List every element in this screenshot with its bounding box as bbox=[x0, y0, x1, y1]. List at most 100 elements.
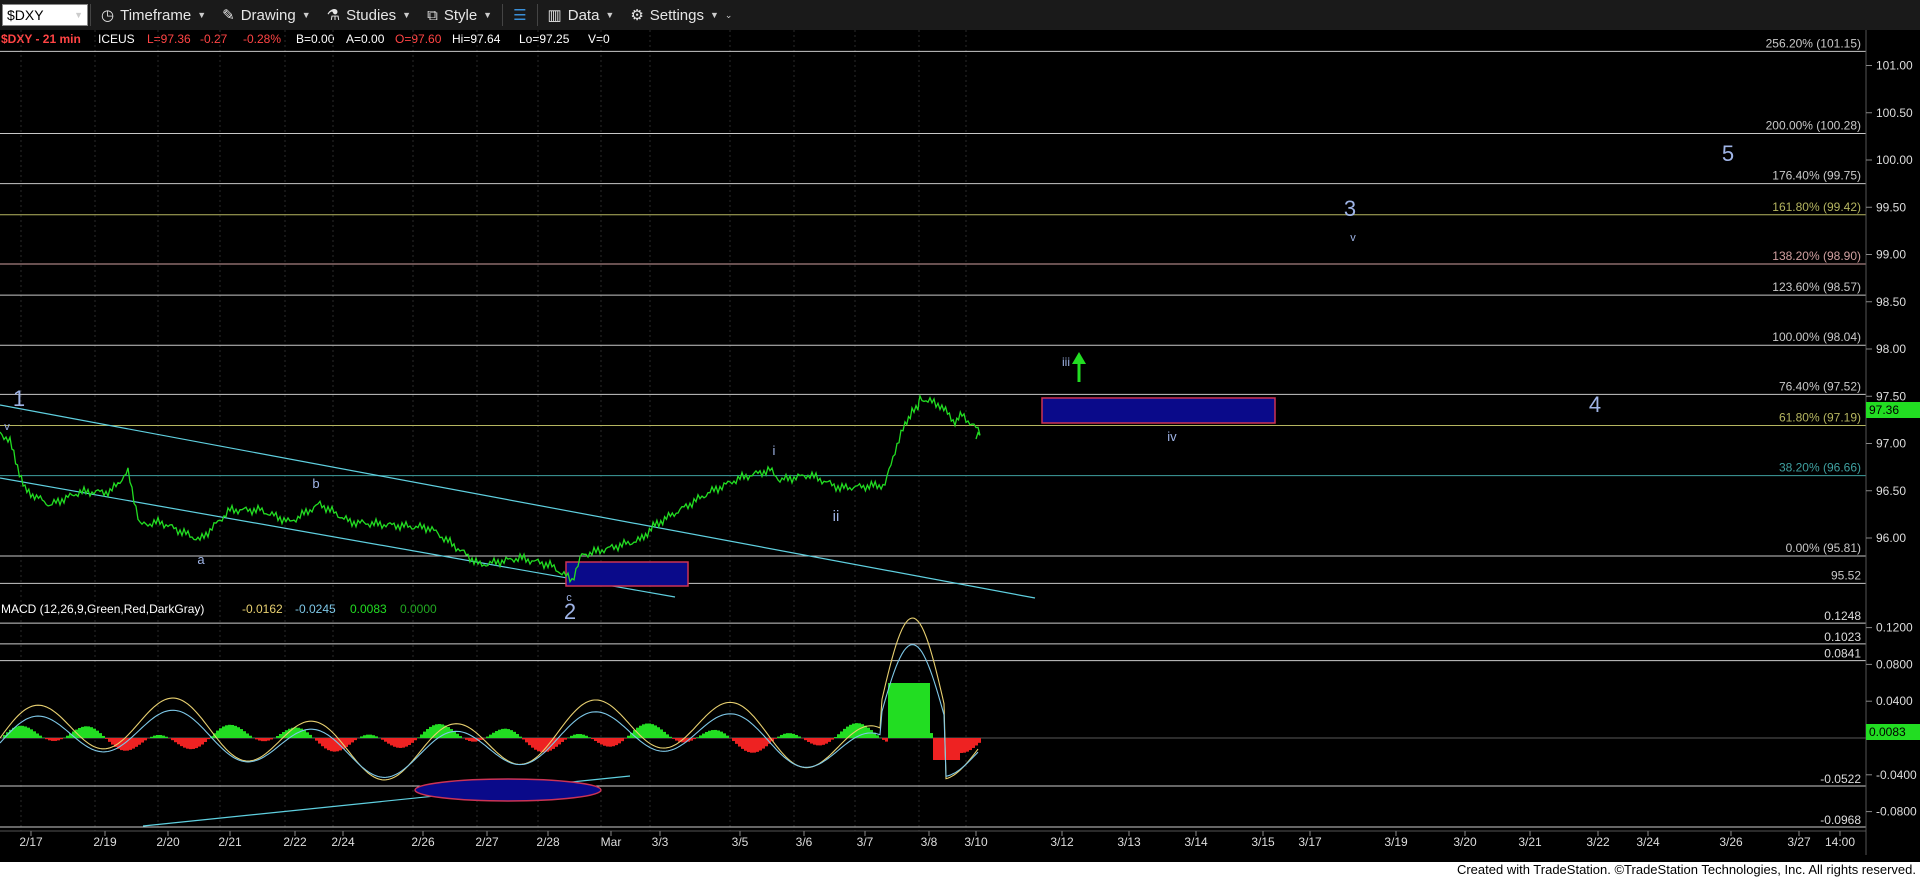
macd-hist-bar bbox=[267, 738, 270, 741]
macd-hist-bar bbox=[90, 727, 93, 738]
toolbar-divider bbox=[90, 4, 91, 26]
layout-button[interactable]: ☰ bbox=[505, 0, 534, 30]
settings-button[interactable]: ⚙ Settings ▼ ⌄ bbox=[622, 0, 740, 30]
macd-hist-bar bbox=[831, 738, 834, 740]
timeframe-button[interactable]: ◷ Timeframe ▼ bbox=[93, 0, 214, 30]
macd-hist-bar bbox=[96, 730, 99, 738]
macd-hist-bar bbox=[261, 738, 264, 742]
price-tick-label: 101.00 bbox=[1876, 59, 1913, 73]
footer-text: Created with TradeStation. ©TradeStation… bbox=[1456, 862, 1916, 877]
macd-hist-bar bbox=[429, 726, 432, 738]
macd-hist-bar bbox=[888, 683, 891, 738]
macd-hist-bar bbox=[699, 735, 702, 738]
macd-hist-bar bbox=[102, 735, 105, 738]
date-tick-label: 2/26 bbox=[411, 835, 435, 849]
macd-hist-bar bbox=[537, 738, 540, 752]
macd-hist-bar bbox=[255, 738, 258, 740]
price-tick-label: 96.00 bbox=[1876, 531, 1906, 545]
macd-hist-bar bbox=[426, 729, 429, 738]
price-tick-label: 98.00 bbox=[1876, 342, 1906, 356]
macd-hist-bar bbox=[420, 734, 423, 738]
date-tick-label: 3/5 bbox=[732, 835, 749, 849]
date-tick-label: 2/22 bbox=[283, 835, 307, 849]
macd-hist-bar bbox=[723, 733, 726, 738]
wave-label: iii bbox=[1062, 355, 1070, 369]
high-value: Hi=97.64 bbox=[452, 32, 501, 46]
copyright-footer: Created with TradeStation. ©TradeStation… bbox=[0, 862, 1920, 878]
studies-button[interactable]: ⚗ Studies ▼ bbox=[319, 0, 419, 30]
macd-hist-bar bbox=[165, 736, 168, 738]
fib-level-label: 38.20% (96.66) bbox=[1779, 461, 1861, 475]
macd-hist-bar bbox=[132, 738, 135, 749]
macd-hist-bar bbox=[825, 738, 828, 744]
macd-hist-bar bbox=[402, 738, 405, 748]
style-button[interactable]: ⧉ Style ▼ bbox=[419, 0, 500, 30]
macd-hist-bar bbox=[465, 738, 468, 740]
macd-hist-bar bbox=[663, 731, 666, 738]
chevron-down-icon[interactable]: ▼ bbox=[74, 10, 83, 20]
macd-hist-bar bbox=[564, 738, 567, 740]
wave-label: 3 bbox=[1344, 196, 1356, 221]
macd-hist-bar bbox=[369, 734, 372, 738]
macd-hist-bar bbox=[585, 735, 588, 738]
macd-level-label: 0.1023 bbox=[1824, 630, 1861, 644]
macd-hist-bar bbox=[204, 738, 207, 742]
macd-hist-bar bbox=[612, 738, 615, 747]
current-macd-text: 0.0083 bbox=[1869, 725, 1906, 739]
fib-level-label: 256.20% (101.15) bbox=[1766, 36, 1861, 50]
macd-hist-bar bbox=[870, 730, 873, 738]
macd-hist-bar bbox=[753, 738, 756, 753]
macd-hist-bar bbox=[396, 738, 399, 748]
chevron-down-icon: ▼ bbox=[605, 10, 615, 20]
macd-hist-bar bbox=[918, 683, 921, 738]
data-button[interactable]: ▥ Data ▼ bbox=[540, 0, 623, 30]
macd-hist-bar bbox=[138, 738, 141, 745]
macd-hist-bar bbox=[864, 725, 867, 738]
macd-level-label: 0.1248 bbox=[1824, 609, 1861, 623]
date-tick-label: 3/12 bbox=[1050, 835, 1074, 849]
macd-value: -0.0162 bbox=[242, 602, 283, 616]
macd-hist-bar bbox=[354, 738, 357, 741]
macd-hist-bar bbox=[60, 738, 63, 740]
macd-hist-bar bbox=[405, 738, 408, 747]
fib-level-label: 138.20% (98.90) bbox=[1772, 249, 1861, 263]
gear-icon: ⚙ bbox=[630, 7, 644, 24]
macd-hist-bar bbox=[777, 736, 780, 738]
macd-hist-bar bbox=[906, 683, 909, 738]
toolbar-divider bbox=[502, 4, 504, 26]
macd-hist-bar bbox=[882, 738, 885, 740]
date-tick-label: 2/27 bbox=[475, 835, 499, 849]
fib-level-label: 95.52 bbox=[1831, 568, 1861, 582]
macd-hist-bar bbox=[726, 735, 729, 738]
timeframe-label: Timeframe bbox=[120, 6, 192, 24]
data-label: Data bbox=[567, 6, 600, 24]
macd-hist-bar bbox=[366, 734, 369, 738]
drawing-button[interactable]: ✎ Drawing ▼ bbox=[214, 0, 319, 30]
layout-icon: ☰ bbox=[513, 7, 527, 24]
symbol-selector[interactable]: $DXY ▼ bbox=[2, 4, 88, 26]
price-tick-label: 100.50 bbox=[1876, 106, 1913, 120]
price-tick-label: 96.50 bbox=[1876, 484, 1906, 498]
date-tick-label: 2/19 bbox=[93, 835, 117, 849]
macd-hist-bar bbox=[471, 738, 474, 742]
macd-hist-bar bbox=[603, 738, 606, 746]
macd-hist-bar bbox=[921, 683, 924, 738]
date-tick-label: 2/20 bbox=[156, 835, 180, 849]
studies-label: Studies bbox=[346, 6, 397, 24]
chart-area[interactable]: $DXY - 21 min ICEUS L=97.36 -0.27 -0.28%… bbox=[0, 30, 1920, 862]
date-tick-label: 14:00 bbox=[1825, 835, 1855, 849]
macd-hist-bar bbox=[48, 738, 51, 741]
macd-hist-bar bbox=[150, 736, 153, 738]
macd-hist-bar bbox=[225, 725, 228, 738]
macd-hist-bar bbox=[702, 733, 705, 738]
macd-hist-bar bbox=[861, 724, 864, 738]
price-tick-label: 98.50 bbox=[1876, 295, 1906, 309]
macd-hist-bar bbox=[720, 731, 723, 738]
ask-value: A=0.00 bbox=[346, 32, 385, 46]
macd-hist-bar bbox=[531, 738, 534, 748]
macd-hist-bar bbox=[519, 736, 522, 738]
macd-hist-bar bbox=[183, 738, 186, 748]
symbol-value[interactable]: $DXY bbox=[7, 7, 44, 23]
date-tick-label: 2/17 bbox=[19, 835, 43, 849]
fib-level-label: 200.00% (100.28) bbox=[1766, 119, 1861, 133]
